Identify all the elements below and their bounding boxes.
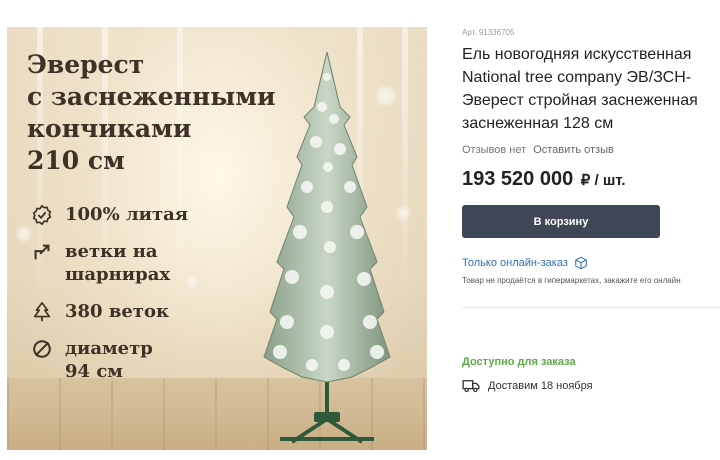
feature-label: диаметр 94 см xyxy=(65,337,195,383)
price-value: 193 520 000 xyxy=(462,168,574,190)
feature-hinged-branches: ветки на шарнирах xyxy=(31,240,195,286)
feature-line: 380 веток xyxy=(65,301,169,322)
truck-icon xyxy=(462,380,480,393)
delivery-date: Доставим 18 ноября xyxy=(488,380,593,392)
feature-cast: 100% литая xyxy=(31,203,195,226)
product-title-line: Ель новогодняя искусственная xyxy=(462,46,692,63)
feature-line: 94 см xyxy=(65,361,123,382)
feature-label: 100% литая xyxy=(65,203,195,226)
feature-line: 100% литая xyxy=(65,204,189,225)
add-to-cart-button[interactable]: В корзину xyxy=(462,205,660,238)
product-title: Ель новогодняя искусственная National tr… xyxy=(462,43,720,135)
badge-check-icon xyxy=(32,204,52,226)
feature-line: диаметр xyxy=(65,338,153,359)
bokeh-light xyxy=(17,227,31,241)
feature-branch-count: 380 веток xyxy=(31,300,195,323)
divider xyxy=(462,307,720,308)
product-title-line: Эверест стройная заснеженная xyxy=(462,92,698,109)
feature-diameter: диаметр 94 см xyxy=(31,337,195,383)
feature-label: ветки на шарнирах xyxy=(65,240,195,286)
diameter-icon xyxy=(33,340,51,358)
online-only-note: Товар не продаётся в гипермаркетах, зака… xyxy=(462,276,681,285)
product-sku: Арт. 91336705 xyxy=(462,28,515,37)
write-review-link[interactable]: Оставить отзыв xyxy=(533,144,614,156)
price-unit: ₽ / шт. xyxy=(580,172,626,189)
box-icon[interactable] xyxy=(574,256,588,270)
availability-status: Доступно для заказа xyxy=(462,356,576,368)
product-image[interactable]: Эверест с заснеженными кончиками 210 см … xyxy=(7,27,427,450)
christmas-tree-image xyxy=(263,51,391,444)
tree-icon xyxy=(33,302,51,322)
product-title-line: заснеженная 128 см xyxy=(462,115,614,132)
product-price: 193 520 000 ₽ / шт. xyxy=(462,168,626,191)
online-only-link[interactable]: Только онлайн-заказ xyxy=(462,257,568,269)
delivery-row: Доставим 18 ноября xyxy=(462,379,593,393)
reviews-row: Отзывов нет Оставить отзыв xyxy=(462,144,614,156)
feature-label: 380 веток xyxy=(65,300,195,323)
hinge-arrow-icon xyxy=(34,244,50,260)
reviews-count: Отзывов нет xyxy=(462,144,527,156)
feature-line: ветки на xyxy=(65,241,158,262)
product-title-line: National tree company ЭВ/ЗСН- xyxy=(462,69,692,86)
online-only-row: Только онлайн-заказ xyxy=(462,256,588,270)
feature-line: шарнирах xyxy=(65,264,171,285)
